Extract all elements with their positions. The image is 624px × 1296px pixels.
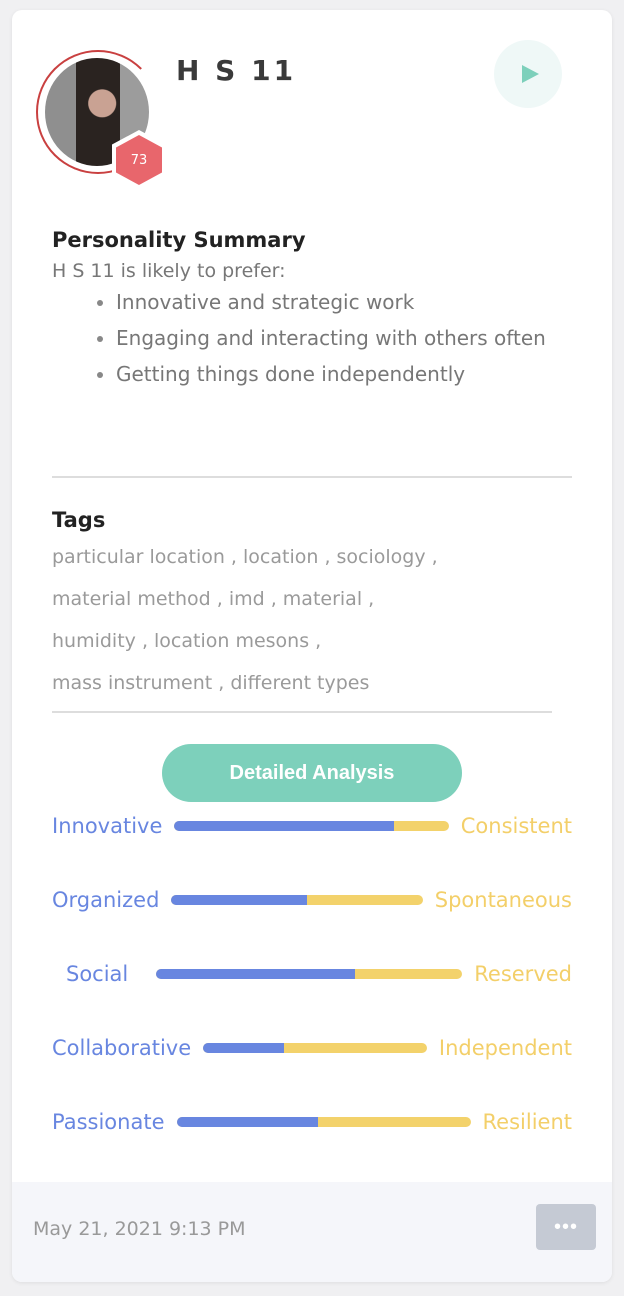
trait-right-label: Resilient xyxy=(482,1110,572,1134)
trait-bar xyxy=(174,821,449,831)
trait-bar xyxy=(176,1117,471,1127)
trait-row: Collaborative Independent xyxy=(52,1036,572,1060)
trait-left-label: Social xyxy=(66,962,129,986)
summary-item: Innovative and strategic work xyxy=(116,284,572,320)
trait-bar-fill xyxy=(171,895,308,905)
more-button[interactable]: ••• xyxy=(536,1204,596,1250)
tag-line: particular location , location , sociolo… xyxy=(52,546,438,568)
trait-right-label: Consistent xyxy=(460,814,572,838)
divider xyxy=(52,476,572,478)
trait-bar-fill xyxy=(156,969,356,979)
personality-summary: Personality Summary H S 11 is likely to … xyxy=(52,228,572,392)
trait-left-label: Collaborative xyxy=(52,1036,192,1060)
tag-line: material method , imd , material , xyxy=(52,588,375,610)
timestamp: May 21, 2021 9:13 PM xyxy=(33,1218,246,1240)
trait-row: Social Reserved xyxy=(52,962,572,986)
detailed-analysis-button[interactable]: Detailed Analysis xyxy=(162,744,462,802)
divider xyxy=(52,711,552,713)
summary-title: Personality Summary xyxy=(52,228,306,252)
tags-section: Tags particular location , location , so… xyxy=(52,508,572,704)
tag-line: mass instrument , different types xyxy=(52,672,370,694)
trait-left-label: Innovative xyxy=(52,814,163,838)
trait-bar-fill xyxy=(174,821,394,831)
card-footer: May 21, 2021 9:13 PM ••• xyxy=(12,1182,612,1282)
avatar[interactable]: 73 xyxy=(36,38,176,188)
summary-intro: H S 11 is likely to prefer: xyxy=(52,260,286,282)
trait-bar xyxy=(156,969,463,979)
more-horizontal-icon: ••• xyxy=(553,1215,578,1238)
candidate-card: 73 H S 11 Personality Summary H S 11 is … xyxy=(12,10,612,1282)
play-button[interactable] xyxy=(494,40,562,108)
play-icon xyxy=(521,65,539,83)
tag-line: humidity , location mesons , xyxy=(52,630,322,652)
trait-row: Organized Spontaneous xyxy=(52,888,572,912)
trait-right-label: Spontaneous xyxy=(434,888,572,912)
trait-row: Innovative Consistent xyxy=(52,814,572,838)
trait-right-label: Independent xyxy=(438,1036,572,1060)
trait-left-label: Passionate xyxy=(52,1110,165,1134)
candidate-name: H S 11 xyxy=(176,54,297,87)
trait-right-label: Reserved xyxy=(474,962,572,986)
trait-bar-fill xyxy=(176,1117,318,1127)
trait-bar xyxy=(171,895,423,905)
summary-item: Engaging and interacting with others oft… xyxy=(116,320,572,356)
trait-row: Passionate Resilient xyxy=(52,1110,572,1134)
summary-item: Getting things done independently xyxy=(116,356,572,392)
trait-left-label: Organized xyxy=(52,888,160,912)
trait-bar xyxy=(203,1043,427,1053)
trait-bar-fill xyxy=(203,1043,284,1053)
tags-title: Tags xyxy=(52,508,106,532)
